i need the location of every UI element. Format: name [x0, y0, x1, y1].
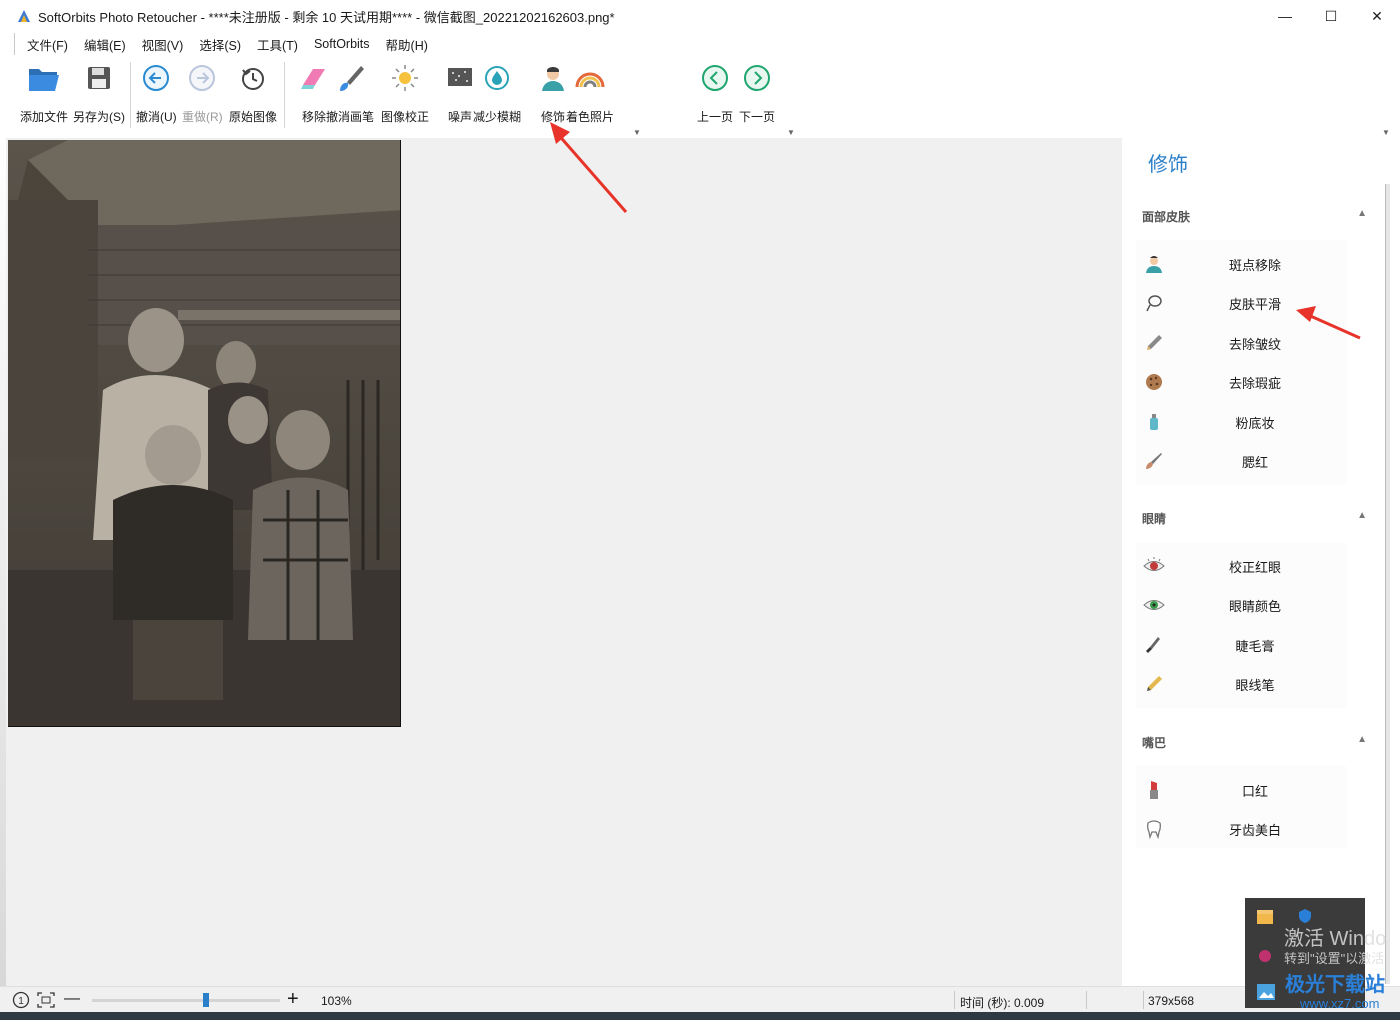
collapse-up-icon[interactable]: ▲: [1357, 734, 1367, 745]
app-logo-icon: [18, 10, 30, 22]
eyeliner-pencil-icon: [1147, 676, 1162, 691]
actual-size-icon[interactable]: 1: [12, 991, 30, 1009]
tray-photo-icon[interactable]: [1257, 984, 1275, 1000]
sponge-icon: [1146, 295, 1162, 312]
folder-open-icon: [29, 69, 59, 91]
arrow-right-circle-icon: [189, 65, 216, 91]
person-spot-icon: [1146, 256, 1162, 273]
window-title: SoftOrbits Photo Retoucher - ****未注册版 - …: [38, 9, 615, 25]
image-correction-button[interactable]: 图像校正: [381, 58, 429, 125]
sun-icon: [392, 65, 418, 91]
section-header-mouth[interactable]: 嘴巴 ▲: [1142, 734, 1367, 751]
photo-preview[interactable]: [8, 140, 401, 727]
makeup-brush-icon: [1146, 453, 1162, 469]
chevron-right-circle-icon: [744, 65, 770, 91]
tool-lipstick[interactable]: 口红: [1136, 772, 1346, 808]
image-dimensions: 379x568: [1148, 994, 1195, 1008]
minimize-button[interactable]: —: [1262, 0, 1308, 32]
site-watermark: 极光下载站: [1285, 974, 1385, 996]
mascara-icon: [1146, 637, 1160, 653]
section-header-face-skin[interactable]: 面部皮肤 ▲: [1142, 208, 1367, 225]
floppy-disk-icon: [88, 67, 110, 89]
reduce-blur-button[interactable]: 减少模糊: [473, 58, 521, 125]
maximize-button[interactable]: ☐: [1308, 0, 1354, 32]
add-file-button[interactable]: 添加文件: [20, 58, 68, 125]
annotation-arrow-skin-smoothing: [1296, 306, 1361, 340]
menu-help[interactable]: 帮助(H): [378, 35, 436, 54]
zoom-level: 103%: [321, 994, 352, 1008]
brush-icon: [340, 66, 364, 91]
retouch-panel: 修饰 面部皮肤 ▲ 斑点移除 皮肤平滑 去除皱纹 去除瑕疵 粉底妆 腮红 眼睛 …: [1122, 138, 1384, 986]
arrow-left-circle-icon: [143, 65, 170, 91]
red-eye-icon: [1143, 557, 1165, 571]
fit-screen-icon[interactable]: [36, 991, 56, 1009]
app-window: SoftOrbits Photo Retoucher - ****未注册版 - …: [0, 0, 1400, 1020]
menu-select[interactable]: 选择(S): [191, 35, 249, 54]
restore-clock-icon: [242, 68, 264, 90]
tool-blemish-removal[interactable]: 去除瑕疵: [1136, 364, 1346, 400]
tray-app-icon[interactable]: [1257, 910, 1273, 924]
zoom-slider[interactable]: [92, 999, 280, 1002]
tool-eyeliner[interactable]: 眼线笔: [1136, 666, 1346, 702]
processing-time: 时间 (秒): 0.009: [960, 996, 1045, 1010]
foundation-bottle-icon: [1150, 414, 1158, 430]
tool-foundation[interactable]: 粉底妆: [1136, 404, 1346, 440]
collapse-up-icon[interactable]: ▲: [1357, 208, 1367, 219]
status-bar: 1 — + 103% 时间 (秒): 0.009 379x568: [0, 986, 1400, 1012]
image-canvas[interactable]: [6, 138, 1122, 986]
colorize-photo-button[interactable]: 着色照片: [566, 58, 614, 125]
menu-edit[interactable]: 编辑(E): [76, 35, 134, 54]
panel-scroll-thumb[interactable]: [1385, 184, 1390, 984]
zoom-slider-thumb[interactable]: [203, 993, 209, 1007]
toolbar-overflow-icon-3[interactable]: ▼: [1382, 128, 1390, 137]
lipstick-icon: [1150, 781, 1158, 799]
svg-text:1: 1: [18, 996, 24, 1007]
eye-color-icon: [1143, 600, 1165, 610]
tool-teeth-whitening[interactable]: 牙齿美白: [1136, 811, 1346, 847]
tool-mascara[interactable]: 睫毛膏: [1136, 627, 1346, 663]
undo-brush-button[interactable]: 撤消画笔: [326, 58, 374, 125]
section-header-eyes[interactable]: 眼睛 ▲: [1142, 510, 1367, 527]
activation-watermark: 激活 Windo: [1284, 928, 1387, 950]
tooth-icon: [1147, 820, 1161, 839]
tool-spot-removal[interactable]: 斑点移除: [1136, 246, 1346, 282]
original-image-button[interactable]: 原始图像: [229, 58, 277, 125]
panel-title: 修饰: [1148, 154, 1188, 176]
zoom-in-icon[interactable]: +: [287, 988, 299, 1011]
noise-icon: [448, 68, 472, 86]
redo-button[interactable]: 重做(R): [182, 58, 223, 125]
menu-softorbits[interactable]: SoftOrbits: [306, 37, 378, 51]
collapse-up-icon[interactable]: ▲: [1357, 510, 1367, 521]
user-face-icon: [542, 67, 564, 91]
rainbow-icon: [575, 72, 605, 88]
undo-button[interactable]: 撤消(U): [136, 58, 177, 125]
eraser-icon: [301, 69, 325, 89]
tool-eye-color[interactable]: 眼睛颜色: [1136, 587, 1346, 623]
droplet-icon: [485, 66, 509, 90]
menu-bar: 文件(F) 编辑(E) 视图(V) 选择(S) 工具(T) SoftOrbits…: [14, 33, 436, 55]
title-bar: SoftOrbits Photo Retoucher - ****未注册版 - …: [0, 0, 1400, 32]
pencil-icon: [1147, 335, 1162, 350]
chevron-left-circle-icon: [702, 65, 728, 91]
toolbar: 添加文件 另存为(S) 撤消(U) 重做(R) 原始图像 移除 撤消画笔 图像校…: [0, 58, 1400, 137]
prev-page-button[interactable]: 上一页: [695, 58, 735, 125]
menu-tools[interactable]: 工具(T): [249, 35, 306, 54]
cookie-icon: [1146, 374, 1162, 390]
site-url-watermark: www.xz7.com: [1300, 996, 1380, 1011]
activation-watermark-sub: 转到"设置"以激活: [1284, 951, 1385, 966]
close-button[interactable]: ✕: [1354, 0, 1400, 32]
next-page-button[interactable]: 下一页: [737, 58, 777, 125]
tool-blush[interactable]: 腮红: [1136, 443, 1346, 479]
toolbar-overflow-icon-2[interactable]: ▼: [787, 128, 795, 137]
tray-game-icon[interactable]: [1257, 948, 1273, 964]
old-photo-image: [8, 140, 400, 726]
menu-view[interactable]: 视图(V): [134, 35, 192, 54]
save-as-button[interactable]: 另存为(S): [73, 58, 125, 125]
menu-file[interactable]: 文件(F): [19, 35, 76, 54]
tool-red-eye[interactable]: 校正红眼: [1136, 548, 1346, 584]
zoom-out-icon[interactable]: —: [64, 990, 80, 1008]
annotation-arrow-retouch: [550, 122, 628, 213]
